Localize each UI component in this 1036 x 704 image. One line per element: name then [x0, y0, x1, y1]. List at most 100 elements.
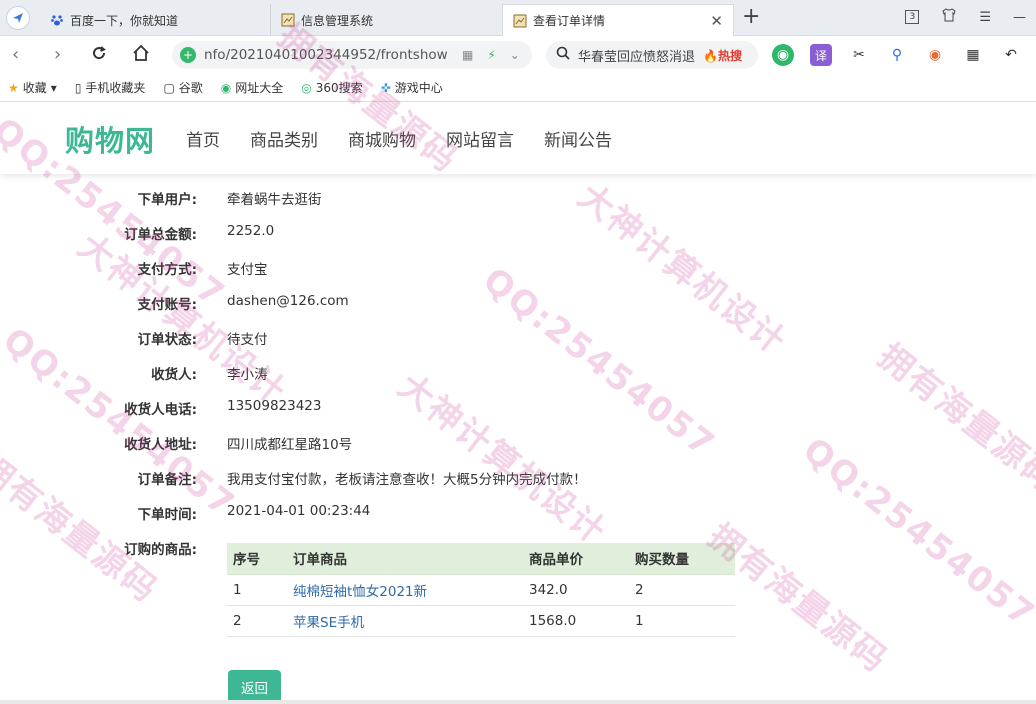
watermark-text: 大神计算机设计 [70, 226, 294, 413]
security-shield-icon: + [180, 47, 196, 63]
chat-icon[interactable]: ◉ [772, 44, 794, 66]
back-button[interactable]: 返回 [228, 670, 281, 704]
nav-messages[interactable]: 网站留言 [446, 126, 514, 151]
globe-icon: ◉ [220, 80, 232, 95]
back-arrow-icon[interactable]: ‹ [12, 44, 19, 66]
column-header: 订单商品 [287, 543, 523, 575]
window-controls: 3 ☰ — [905, 8, 1026, 26]
site-header: 购物网 首页 商品类别 商城购物 网站留言 新闻公告 [0, 102, 1036, 174]
apps-grid-icon[interactable]: ▦ [962, 44, 984, 66]
field-label: 订单备注: [137, 472, 197, 488]
tab-title: 查看订单详情 [533, 14, 606, 28]
bookmark-label: 手机收藏夹 [85, 81, 146, 95]
search-box[interactable]: 华春莹回应愤怒消退 🔥热搜 [546, 41, 758, 69]
field-value: 2021-04-01 00:23:44 [227, 503, 371, 519]
order-field-user: 下单用户: 牵着蜗牛去逛街 [0, 188, 1036, 208]
watermark-text: 拥有海量源码 [0, 446, 166, 611]
column-header: 序号 [227, 543, 287, 575]
order-field-remark: 订单备注: 我用支付宝付款，老板请注意查收！大概5分钟内完成付款！ [0, 468, 1036, 488]
field-label: 收货人电话: [124, 402, 197, 418]
page-icon [513, 14, 527, 28]
magnifier-icon[interactable]: ⚲ [886, 44, 908, 66]
field-label: 下单用户: [137, 192, 197, 208]
order-field-receiver-phone: 收货人电话: 13509823423 [0, 398, 1036, 418]
nav-home[interactable]: 首页 [186, 126, 220, 151]
bookmark-label: 收藏 [22, 81, 47, 95]
field-label: 收货人: [151, 367, 197, 383]
tab-order-detail[interactable]: 查看订单详情 ✕ [502, 4, 734, 36]
tab-count-badge[interactable]: 3 [905, 10, 920, 24]
browser-logo-icon[interactable] [6, 6, 30, 30]
nav-shopping[interactable]: 商城购物 [348, 126, 416, 151]
cell-quantity: 1 [629, 605, 735, 637]
site-nav: 首页 商品类别 商城购物 网站留言 新闻公告 [186, 126, 612, 151]
new-tab-icon[interactable]: + [742, 5, 760, 29]
cell-quantity: 2 [629, 574, 735, 606]
extension-icons: ◉ 译 ✂ ⚲ ◉ ▦ ↶ [772, 44, 1022, 66]
url-text[interactable]: nfo/20210401002344952/frontshow [204, 47, 456, 63]
site-logo[interactable]: 购物网 [65, 118, 155, 160]
bookmark-mobile[interactable]: ▯ 手机收藏夹 [75, 79, 146, 96]
nav-news[interactable]: 新闻公告 [544, 126, 612, 151]
bookmark-360-search[interactable]: ◎ 360搜索 [301, 79, 362, 96]
order-field-time: 下单时间: 2021-04-01 00:23:44 [0, 503, 1036, 523]
shirt-icon[interactable] [941, 8, 957, 26]
tab-info-system[interactable]: 信息管理系统 [270, 4, 500, 36]
cell-index: 1 [227, 574, 287, 606]
bookmark-label: 网址大全 [235, 81, 284, 95]
document-icon: ▢ [163, 80, 175, 95]
field-value: 我用支付宝付款，老板请注意查收！大概5分钟内完成付款！ [227, 472, 587, 488]
game-icon: ✜ [380, 80, 391, 95]
bookmark-games[interactable]: ✜ 游戏中心 [381, 79, 443, 96]
bookmark-label: 谷歌 [178, 81, 203, 95]
bookmark-directory[interactable]: ◉ 网址大全 [221, 79, 284, 96]
scissors-icon[interactable]: ✂ [848, 44, 870, 66]
field-value: 四川成都红星路10号 [227, 437, 353, 453]
tab-baidu[interactable]: 百度一下，你就知道 [40, 4, 268, 36]
browser-toolbar: ‹ › + nfo/20210401002344952/frontshow ▦ … [0, 36, 1036, 74]
menu-icon[interactable]: ☰ [979, 10, 991, 25]
field-value: 牵着蜗牛去逛街 [227, 192, 322, 208]
hot-search-label: 热搜 [717, 48, 742, 63]
page-icon [281, 13, 295, 27]
bookmark-favorites[interactable]: ★ 收藏 ▾ [8, 79, 57, 96]
field-label: 支付方式: [137, 262, 197, 278]
product-link[interactable]: 纯棉短袖t恤女2021新 [287, 574, 523, 606]
cell-index: 2 [227, 605, 287, 637]
undo-icon[interactable]: ↶ [1000, 44, 1022, 66]
order-field-receiver: 收货人: 李小涛 [0, 363, 1036, 383]
table-row: 2 苹果SE手机 1568.0 1 [227, 605, 735, 637]
hot-search-badge[interactable]: 🔥热搜 [703, 47, 742, 64]
chevron-down-icon[interactable]: ⌄ [510, 48, 520, 62]
baidu-icon [50, 13, 64, 27]
field-label: 支付账号: [137, 297, 197, 313]
bookmark-label: 游戏中心 [394, 81, 443, 95]
translate-icon[interactable]: 译 [810, 44, 832, 66]
nav-categories[interactable]: 商品类别 [250, 126, 318, 151]
field-value: 13509823423 [227, 398, 322, 414]
taskbar-strip [0, 700, 1036, 704]
bookmarks-bar: ★ 收藏 ▾ ▯ 手机收藏夹 ▢ 谷歌 ◉ 网址大全 ◎ 360搜索 ✜ 游戏中心 [0, 74, 1036, 102]
qr-code-icon[interactable]: ▦ [462, 48, 473, 62]
refresh-icon[interactable] [90, 44, 108, 68]
search-text[interactable]: 华春莹回应愤怒消退 [578, 46, 695, 65]
home-icon[interactable] [132, 44, 150, 68]
search-icon[interactable] [556, 46, 570, 64]
phone-icon: ▯ [74, 80, 82, 95]
column-header: 购买数量 [629, 543, 735, 575]
bookmark-google[interactable]: ▢ 谷歌 [163, 79, 202, 96]
cell-price: 342.0 [523, 574, 629, 606]
product-link[interactable]: 苹果SE手机 [287, 605, 523, 637]
forward-arrow-icon[interactable]: › [54, 44, 61, 66]
close-icon[interactable]: ✕ [710, 12, 723, 30]
game-controller-icon[interactable]: ◉ [924, 44, 946, 66]
order-field-payment-method: 支付方式: 支付宝 [0, 258, 1036, 278]
bookmark-label: 360搜索 [315, 81, 363, 95]
field-label: 收货人地址: [124, 437, 197, 453]
column-header: 商品单价 [523, 543, 629, 575]
watermark-text: 大神计算机设计 [390, 366, 614, 553]
address-bar[interactable]: + nfo/20210401002344952/frontshow ▦ ⚡ ⌄ [172, 41, 532, 69]
lightning-icon[interactable]: ⚡ [487, 48, 495, 62]
watermark-text: QQ:25454057 [795, 430, 1036, 636]
minimize-icon[interactable]: — [1013, 10, 1026, 25]
